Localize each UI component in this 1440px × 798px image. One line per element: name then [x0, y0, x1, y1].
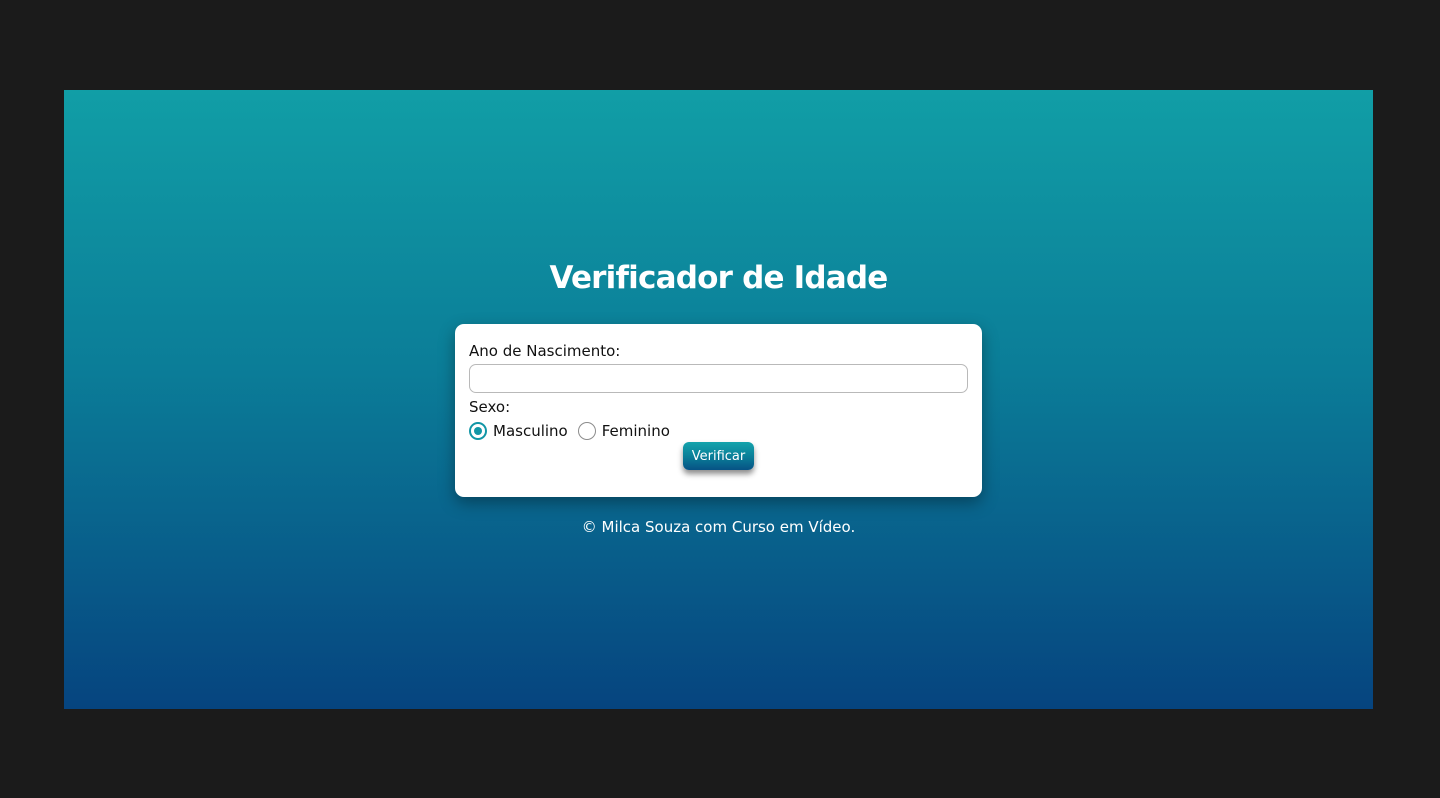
- sex-radio-group: Masculino Feminino: [469, 418, 968, 444]
- sex-label: Sexo:: [469, 398, 511, 416]
- footer-credit: © Milca Souza com Curso em Vídeo.: [581, 518, 856, 536]
- page-title: Verificador de Idade: [549, 260, 888, 296]
- birth-year-label: Ano de Nascimento:: [469, 342, 621, 360]
- radio-feminino-label[interactable]: Feminino: [602, 422, 670, 440]
- radio-feminino[interactable]: [577, 422, 596, 440]
- page-viewport: Verificador de Idade Ano de Nascimento: …: [64, 90, 1373, 709]
- birth-year-input[interactable]: [469, 364, 968, 393]
- form-card: Ano de Nascimento: Sexo: Masculino Femin…: [455, 324, 982, 497]
- verify-button[interactable]: Verificar: [683, 442, 754, 470]
- radio-masculino[interactable]: [469, 422, 487, 440]
- radio-masculino-label[interactable]: Masculino: [493, 422, 568, 440]
